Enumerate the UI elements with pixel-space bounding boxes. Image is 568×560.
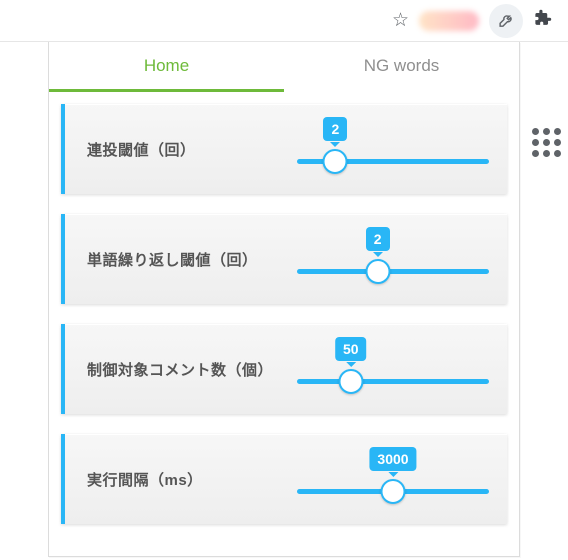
slider-thumb[interactable]: [323, 149, 348, 174]
setting-label: 単語繰り返し閾値（回）: [87, 249, 297, 270]
apps-grid-icon[interactable]: [532, 128, 562, 157]
setting-label: 制御対象コメント数（個）: [87, 359, 297, 380]
setting-panel: 単語繰り返し閾値（回） 2: [61, 214, 507, 304]
setting-panel: 連投閾値（回） 2: [61, 104, 507, 194]
wrench-icon: [498, 12, 515, 29]
tab-bar: Home NG words: [49, 42, 519, 92]
slider-value-badge: 3000: [369, 447, 416, 471]
slider[interactable]: 50: [297, 339, 489, 399]
browser-toolbar: ☆: [0, 0, 568, 42]
extension-button[interactable]: [489, 4, 523, 38]
slider-track: [297, 379, 489, 384]
slider-value-badge: 50: [335, 337, 367, 361]
puzzle-icon: [533, 9, 552, 28]
setting-panel: 制御対象コメント数（個） 50: [61, 324, 507, 414]
slider[interactable]: 2: [297, 229, 489, 289]
tab-ng-words[interactable]: NG words: [284, 42, 519, 92]
slider-thumb[interactable]: [365, 259, 390, 284]
slider-thumb[interactable]: [381, 479, 406, 504]
slider[interactable]: 2: [297, 119, 489, 179]
extension-popup: Home NG words 連投閾値（回） 2 単語繰り返し閾値（回） 2 制御対象コメ…: [48, 42, 520, 557]
slider[interactable]: 3000: [297, 449, 489, 509]
setting-panel: 実行間隔（ms） 3000: [61, 434, 507, 524]
tab-home[interactable]: Home: [49, 42, 284, 92]
slider-thumb[interactable]: [338, 369, 363, 394]
extensions-icon[interactable]: [533, 9, 552, 33]
profile-chip[interactable]: [419, 11, 479, 31]
slider-value-badge: 2: [323, 117, 347, 141]
setting-label: 連投閾値（回）: [87, 139, 297, 160]
setting-label: 実行間隔（ms）: [87, 469, 297, 490]
slider-value-badge: 2: [366, 227, 390, 251]
slider-track: [297, 269, 489, 274]
star-icon[interactable]: ☆: [392, 9, 409, 32]
